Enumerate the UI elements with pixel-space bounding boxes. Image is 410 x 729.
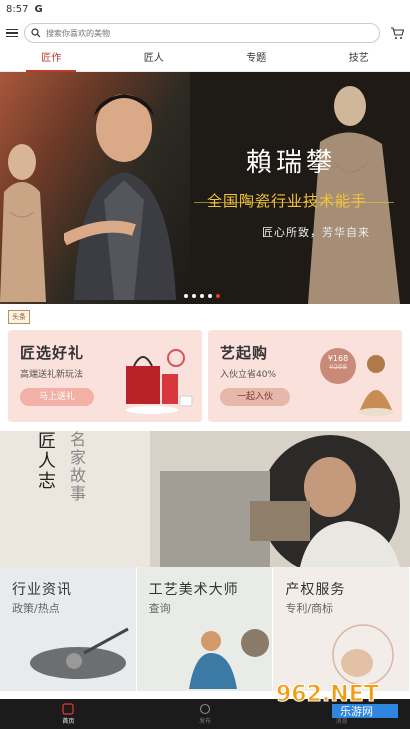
- headline-tag: 头条: [8, 310, 30, 324]
- buddha-figurine-image: [358, 355, 394, 416]
- top-bar: [0, 18, 410, 48]
- carousel-dot[interactable]: [200, 294, 204, 298]
- tab-jiyi[interactable]: 技艺: [308, 48, 410, 71]
- service-subtitle: 查询: [148, 602, 171, 615]
- headline-row[interactable]: 头条: [0, 304, 410, 330]
- search-icon: [31, 28, 41, 38]
- google-icon: G: [34, 3, 43, 15]
- stone-carving-image: [30, 627, 129, 679]
- story-title: 匠人志: [35, 431, 56, 491]
- svg-text:乐游网: 乐游网: [340, 705, 373, 718]
- carousel-indicator: [184, 294, 220, 298]
- carousel-dot[interactable]: [184, 294, 188, 298]
- nav-label: 首页: [62, 718, 75, 725]
- master-query-card[interactable]: 工艺美术大师 查询: [136, 567, 274, 691]
- category-tabs: 匠作 匠人 专题 技艺: [0, 48, 410, 72]
- join-group-button[interactable]: 一起入伙: [220, 388, 290, 406]
- menu-icon[interactable]: [6, 28, 18, 38]
- search-input[interactable]: [46, 28, 246, 38]
- service-subtitle: 专利/商标: [285, 602, 334, 615]
- home-icon: [62, 703, 74, 715]
- craftsman-photo: [64, 94, 176, 300]
- carousel-dot[interactable]: [208, 294, 212, 298]
- promo-subtitle: 高端送礼新玩法: [20, 370, 84, 380]
- promo-row: 匠选好礼 高端送礼新玩法 马上送礼 艺起购 入伙立省40% 一起入伙 ¥168 …: [0, 330, 410, 422]
- tab-jiangren[interactable]: 匠人: [103, 48, 206, 71]
- service-heading: 产权服务: [285, 582, 346, 598]
- service-subtitle: 政策/热点: [12, 602, 60, 615]
- price-now: ¥168: [327, 354, 349, 363]
- search-bar[interactable]: [24, 23, 380, 43]
- nav-publish[interactable]: 发布: [137, 699, 274, 729]
- tab-jiangzuo[interactable]: 匠作: [0, 48, 103, 71]
- site-watermark-logo: 962.NET 乐游网: [276, 682, 398, 718]
- promo-heading: 艺起购: [220, 344, 269, 362]
- statue-image: [0, 144, 46, 302]
- gift-promo-card[interactable]: 匠选好礼 高端送礼新玩法 马上送礼: [8, 330, 202, 422]
- svg-text:962.NET: 962.NET: [276, 682, 379, 707]
- carousel-dot[interactable]: [192, 294, 196, 298]
- carousel-dot-active[interactable]: [216, 294, 220, 298]
- hero-banner[interactable]: 賴瑞攀 全国陶瓷行业技术能手 匠心所致，芳华自来: [0, 72, 410, 304]
- price-old: ¥268: [329, 363, 347, 371]
- industry-news-card[interactable]: 行业资讯 政策/热点: [0, 567, 137, 691]
- publish-icon: [199, 703, 211, 715]
- service-heading: 工艺美术大师: [148, 582, 239, 598]
- old-craftsman-photo: [150, 431, 410, 567]
- tab-zhuanti[interactable]: 专题: [205, 48, 308, 71]
- status-bar: 8:57 G: [0, 0, 410, 18]
- craftsman-story-banner[interactable]: 匠人志 名家故事: [0, 431, 410, 567]
- cart-icon[interactable]: [390, 26, 404, 40]
- status-time: 8:57: [6, 3, 29, 15]
- promo-subtitle: 入伙立省40%: [220, 370, 277, 380]
- group-buy-promo-card[interactable]: 艺起购 入伙立省40% 一起入伙 ¥168 ¥268: [208, 330, 402, 422]
- ip-service-card[interactable]: 产权服务 专利/商标: [273, 567, 410, 691]
- promo-heading: 匠选好礼: [20, 344, 85, 362]
- artist-name: 賴瑞攀: [246, 148, 337, 178]
- price-badge: ¥168 ¥268: [320, 348, 356, 384]
- artist-title: 全国陶瓷行业技术能手: [207, 192, 368, 210]
- gift-box-image: [126, 349, 193, 414]
- nav-label: 发布: [199, 718, 212, 725]
- craftsman-illustration: [188, 629, 269, 689]
- send-gift-button[interactable]: 马上送礼: [20, 388, 94, 406]
- service-heading: 行业资讯: [12, 582, 72, 598]
- artist-motto: 匠心所致，芳华自来: [262, 226, 370, 239]
- guanyin-statue-image: [290, 72, 410, 304]
- nav-home[interactable]: 首页: [0, 699, 137, 729]
- story-subtitle: 名家故事: [67, 431, 86, 503]
- services-row: 行业资讯 政策/热点 工艺美术大师 查询 产权服务 专利/商标: [0, 567, 410, 691]
